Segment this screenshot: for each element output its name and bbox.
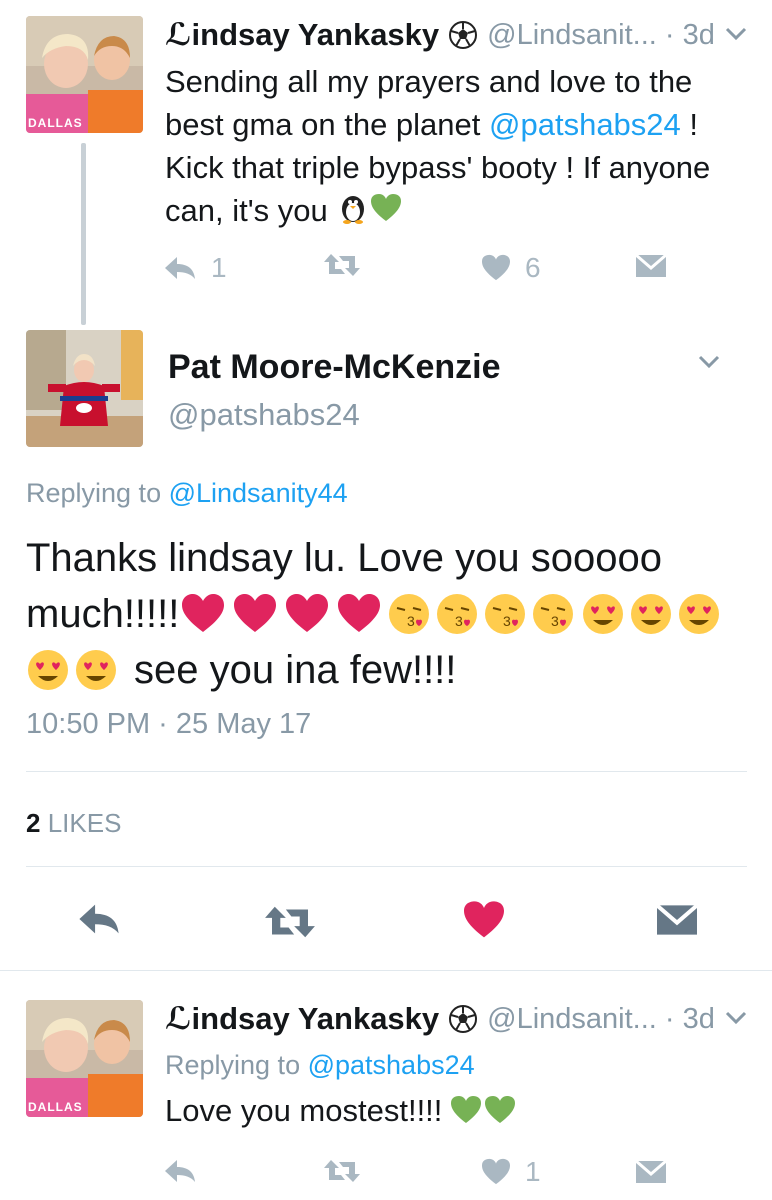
mention-link[interactable]: @patshabs24 bbox=[489, 107, 681, 142]
tweet-time: · 3d bbox=[664, 18, 715, 51]
avatar-shirt-text: DALLAS bbox=[28, 1100, 83, 1114]
author-handle[interactable]: @Lindsanit... bbox=[487, 19, 657, 52]
avatar-lindsay[interactable]: DALLAS bbox=[26, 1000, 143, 1117]
author-name[interactable]: Pat Moore-McKenzie bbox=[168, 348, 501, 387]
tweet1-text: Sending all my prayers and love to the b… bbox=[165, 60, 745, 235]
retweet-button[interactable] bbox=[261, 904, 319, 940]
likes-count: 2 bbox=[26, 808, 41, 838]
direct-message-button[interactable] bbox=[635, 1160, 667, 1184]
replying-to: Replying to @Lindsanity44 bbox=[26, 478, 348, 509]
green-heart-emoji-icon bbox=[370, 191, 402, 234]
heart-icon bbox=[464, 901, 504, 938]
emoji-sequence-icon: 3 3 3 3 bbox=[182, 594, 574, 634]
reply-icon bbox=[165, 1160, 195, 1182]
svg-text:3: 3 bbox=[503, 613, 511, 629]
tweet3-text: Love you mostest!!!! bbox=[165, 1093, 518, 1129]
chevron-down-icon[interactable] bbox=[698, 355, 720, 369]
chevron-down-icon[interactable] bbox=[725, 1011, 747, 1025]
envelope-icon bbox=[635, 254, 667, 277]
heart-icon bbox=[482, 1158, 510, 1185]
tweet-text-part: Love you mostest!!!! bbox=[165, 1093, 443, 1128]
likes-summary[interactable]: 2 LIKES bbox=[26, 808, 121, 839]
retweet-icon bbox=[324, 254, 360, 276]
svg-text:3: 3 bbox=[551, 613, 559, 629]
tweet-timestamp: 10:50 PM · 25 May 17 bbox=[26, 708, 312, 740]
thread-line bbox=[81, 143, 86, 325]
avatar-shirt-text: DALLAS bbox=[28, 116, 83, 130]
reply-button[interactable] bbox=[75, 902, 123, 936]
main-tweet-text: Thanks lindsay lu. Love you sooooo much!… bbox=[26, 530, 756, 698]
author-handle[interactable]: @Lindsanit... bbox=[487, 1003, 657, 1036]
author-name[interactable]: ℒindsay Yankasky bbox=[165, 17, 439, 53]
envelope-icon bbox=[635, 1160, 667, 1183]
svg-text:3: 3 bbox=[455, 613, 463, 629]
author-name[interactable]: ℒindsay Yankasky bbox=[165, 1001, 439, 1037]
like-button[interactable]: 1 bbox=[481, 1156, 541, 1188]
divider bbox=[26, 771, 747, 772]
tweet-text-line: Thanks lindsay lu. Love you sooooo bbox=[26, 536, 662, 580]
tweet-text-line-emojis: much!!!!! 3 3 3 3 bbox=[26, 586, 756, 642]
green-hearts-emoji-icon bbox=[451, 1096, 516, 1123]
retweet-icon bbox=[265, 906, 315, 938]
reply-icon bbox=[79, 904, 119, 934]
replying-to-link[interactable]: @Lindsanity44 bbox=[169, 478, 348, 508]
divider bbox=[0, 970, 772, 971]
tweet-text-part: see you ina few!!!! bbox=[134, 648, 457, 692]
likes-label: LIKES bbox=[47, 808, 122, 838]
penguin-emoji-icon bbox=[336, 190, 370, 235]
heart-eyes-emoji-icon bbox=[28, 650, 116, 690]
soccer-ball-icon bbox=[449, 21, 478, 49]
divider bbox=[26, 866, 747, 867]
retweet-button[interactable] bbox=[323, 1158, 361, 1184]
reply-button[interactable] bbox=[163, 1158, 197, 1184]
replying-to-link[interactable]: @patshabs24 bbox=[308, 1050, 475, 1080]
retweet-icon bbox=[324, 1160, 360, 1182]
like-button[interactable]: 6 bbox=[481, 252, 541, 284]
avatar-lindsay[interactable]: DALLAS bbox=[26, 16, 143, 133]
heart-eyes-emoji-icon bbox=[583, 594, 720, 634]
tweet1-header: ℒindsay Yankasky @Lindsanit... · 3d bbox=[165, 17, 715, 53]
soccer-ball-icon bbox=[449, 1005, 478, 1033]
reply-count: 1 bbox=[211, 252, 227, 283]
like-count: 1 bbox=[525, 1156, 541, 1187]
chevron-down-icon[interactable] bbox=[725, 27, 747, 41]
retweet-button[interactable] bbox=[323, 252, 361, 278]
replying-label: Replying to bbox=[26, 478, 169, 508]
author-handle[interactable]: @patshabs24 bbox=[168, 397, 360, 433]
replying-to: Replying to @patshabs24 bbox=[165, 1050, 475, 1081]
reply-button[interactable]: 1 bbox=[163, 252, 227, 284]
replying-label: Replying to bbox=[165, 1050, 308, 1080]
envelope-icon bbox=[655, 903, 699, 935]
avatar-pat[interactable] bbox=[26, 330, 143, 447]
like-count: 6 bbox=[525, 252, 541, 283]
direct-message-button[interactable] bbox=[635, 254, 667, 278]
heart-icon bbox=[482, 254, 510, 281]
reply-icon bbox=[165, 257, 195, 279]
tweet3-header: ℒindsay Yankasky @Lindsanit... · 3d bbox=[165, 1001, 715, 1037]
direct-message-button[interactable] bbox=[655, 900, 699, 940]
like-button[interactable] bbox=[462, 900, 506, 940]
svg-text:3: 3 bbox=[407, 613, 415, 629]
tweet-time: · 3d bbox=[664, 1002, 715, 1035]
tweet-text-part: much!!!!! bbox=[26, 592, 180, 636]
tweet-text-line-end: see you ina few!!!! bbox=[26, 642, 756, 698]
